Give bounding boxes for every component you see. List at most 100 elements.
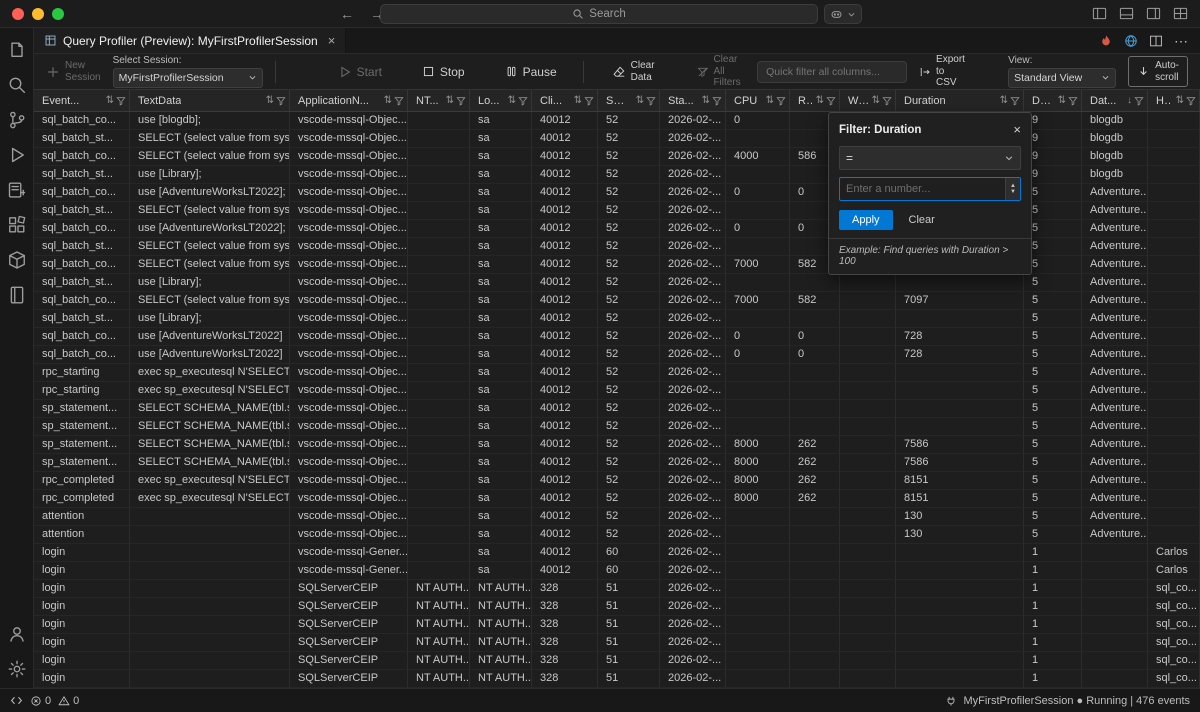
table-cell[interactable]: [1082, 580, 1148, 598]
export-csv-button[interactable]: Export to CSV: [919, 54, 970, 89]
table-cell[interactable]: SELECT (select value from sys.d...: [130, 202, 290, 220]
column-header[interactable]: Wri...⇅: [840, 90, 896, 111]
table-cell[interactable]: vscode-mssql-Objec...: [290, 184, 408, 202]
table-cell[interactable]: 2026-02-...: [660, 454, 726, 472]
back-icon[interactable]: ←: [340, 6, 354, 22]
table-cell[interactable]: 0: [726, 184, 790, 202]
table-cell[interactable]: [130, 544, 290, 562]
column-header[interactable]: Dat...⇅: [1024, 90, 1082, 111]
globe-icon[interactable]: [1124, 34, 1138, 48]
table-cell[interactable]: [1148, 148, 1200, 166]
table-cell[interactable]: [726, 562, 790, 580]
table-cell[interactable]: use [AdventureWorksLT2022]: [130, 346, 290, 364]
table-cell[interactable]: 130: [896, 508, 1024, 526]
table-cell[interactable]: [790, 382, 840, 400]
filter-icon[interactable]: [1134, 96, 1144, 106]
table-cell[interactable]: 2026-02-...: [660, 562, 726, 580]
number-spinner[interactable]: ▲ ▼: [1005, 178, 1020, 200]
table-cell[interactable]: [840, 274, 896, 292]
table-cell[interactable]: sp_statement...: [34, 400, 130, 418]
column-header[interactable]: Cli...⇅: [532, 90, 598, 111]
extensions-icon[interactable]: [0, 207, 33, 242]
table-cell[interactable]: 2026-02-...: [660, 166, 726, 184]
table-cell[interactable]: rpc_starting: [34, 382, 130, 400]
table-cell[interactable]: sa: [470, 328, 532, 346]
account-icon[interactable]: [0, 616, 33, 651]
column-header[interactable]: Re...⇅: [790, 90, 840, 111]
table-cell[interactable]: use [blogdb];: [130, 112, 290, 130]
sort-icon[interactable]: ⇅: [702, 96, 710, 106]
table-row[interactable]: sp_statement...SELECT SCHEMA_NAME(tbl.sc…: [34, 436, 1200, 454]
filter-icon[interactable]: [116, 96, 126, 106]
table-cell[interactable]: [840, 670, 896, 688]
table-cell[interactable]: vscode-mssql-Objec...: [290, 382, 408, 400]
table-cell[interactable]: 328: [532, 670, 598, 688]
table-cell[interactable]: SELECT (select value from sys.d...: [130, 238, 290, 256]
filter-icon[interactable]: [882, 96, 892, 106]
table-cell[interactable]: sa: [470, 130, 532, 148]
table-cell[interactable]: 5: [1024, 346, 1082, 364]
sort-icon[interactable]: ⇅: [446, 96, 454, 106]
table-cell[interactable]: [130, 634, 290, 652]
table-cell[interactable]: 2026-02-...: [660, 652, 726, 670]
table-cell[interactable]: 2026-02-...: [660, 382, 726, 400]
table-cell[interactable]: sa: [470, 544, 532, 562]
more-actions-icon[interactable]: ⋯: [1174, 36, 1188, 46]
table-cell[interactable]: sa: [470, 418, 532, 436]
table-cell[interactable]: 2026-02-...: [660, 202, 726, 220]
table-cell[interactable]: sa: [470, 256, 532, 274]
table-cell[interactable]: [1148, 418, 1200, 436]
table-cell[interactable]: 5: [1024, 184, 1082, 202]
table-cell[interactable]: NT AUTH...: [408, 598, 470, 616]
table-cell[interactable]: [790, 598, 840, 616]
table-cell[interactable]: 2026-02-...: [660, 130, 726, 148]
table-cell[interactable]: Adventure...: [1082, 400, 1148, 418]
clear-all-filters-button[interactable]: Clear All Filters: [697, 54, 746, 89]
table-cell[interactable]: 0: [790, 328, 840, 346]
table-cell[interactable]: [1148, 166, 1200, 184]
table-cell[interactable]: [1148, 490, 1200, 508]
table-row[interactable]: loginvscode-mssql-Gener...sa40012602026-…: [34, 544, 1200, 562]
table-cell[interactable]: 51: [598, 616, 660, 634]
table-cell[interactable]: [130, 562, 290, 580]
table-row[interactable]: loginSQLServerCEIPNT AUTH...NT AUTH...32…: [34, 634, 1200, 652]
table-cell[interactable]: 40012: [532, 562, 598, 580]
filter-icon[interactable]: [646, 96, 656, 106]
filter-icon[interactable]: [776, 96, 786, 106]
table-cell[interactable]: 40012: [532, 454, 598, 472]
table-cell[interactable]: 1: [1024, 562, 1082, 580]
table-cell[interactable]: [408, 310, 470, 328]
table-cell[interactable]: [726, 670, 790, 688]
table-cell[interactable]: SQLServerCEIP: [290, 616, 408, 634]
table-cell[interactable]: Adventure...: [1082, 328, 1148, 346]
table-row[interactable]: sql_batch_st...use [Library];vscode-mssq…: [34, 274, 1200, 292]
table-cell[interactable]: [726, 382, 790, 400]
filter-icon[interactable]: [584, 96, 594, 106]
pause-button[interactable]: Pause: [505, 65, 557, 79]
table-cell[interactable]: 5: [1024, 310, 1082, 328]
table-cell[interactable]: 52: [598, 400, 660, 418]
table-cell[interactable]: sa: [470, 112, 532, 130]
table-cell[interactable]: 328: [532, 580, 598, 598]
table-cell[interactable]: [896, 616, 1024, 634]
table-cell[interactable]: [726, 526, 790, 544]
table-cell[interactable]: Adventure...: [1082, 346, 1148, 364]
table-cell[interactable]: sa: [470, 472, 532, 490]
table-cell[interactable]: NT AUTH...: [470, 652, 532, 670]
table-cell[interactable]: 5: [1024, 400, 1082, 418]
table-cell[interactable]: [726, 652, 790, 670]
table-cell[interactable]: [130, 580, 290, 598]
table-cell[interactable]: [1148, 436, 1200, 454]
table-cell[interactable]: sql_batch_co...: [34, 256, 130, 274]
table-cell[interactable]: NT AUTH...: [408, 616, 470, 634]
filter-operator-dropdown[interactable]: =: [839, 146, 1021, 170]
table-cell[interactable]: 52: [598, 130, 660, 148]
table-cell[interactable]: sql_co...: [1148, 652, 1200, 670]
table-cell[interactable]: [408, 472, 470, 490]
table-cell[interactable]: 52: [598, 292, 660, 310]
table-cell[interactable]: sa: [470, 508, 532, 526]
table-cell[interactable]: [1148, 292, 1200, 310]
table-cell[interactable]: [840, 634, 896, 652]
sort-icon[interactable]: ⇅: [384, 96, 392, 106]
table-cell[interactable]: 5: [1024, 220, 1082, 238]
